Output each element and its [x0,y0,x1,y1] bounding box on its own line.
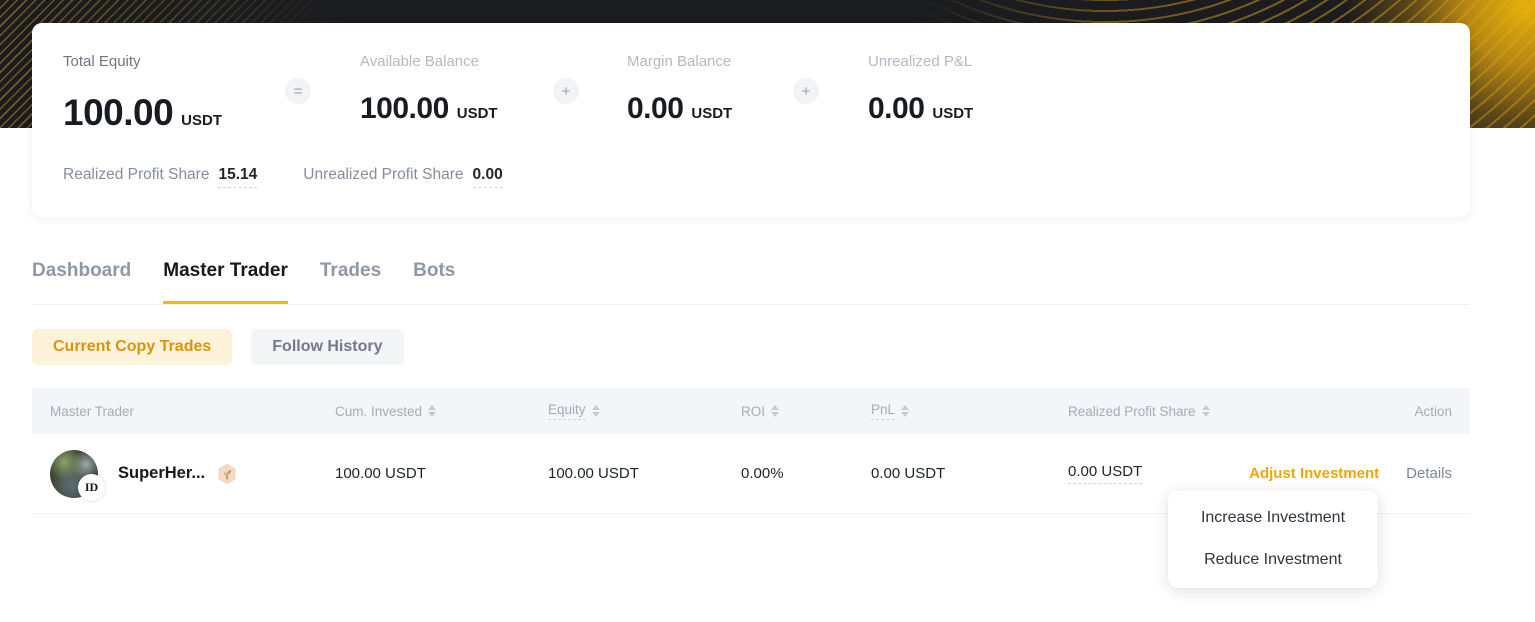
stat-unit: USDT [457,105,498,122]
details-button[interactable]: Details [1406,465,1452,482]
sort-icon[interactable] [1202,405,1210,417]
pill-follow-history[interactable]: Follow History [251,329,403,365]
column-label: PnL [871,402,895,420]
stat-value: 0.00 [627,92,683,126]
col-roi[interactable]: ROI [741,404,871,419]
stat-unrealized-pnl: Unrealized P&L 0.00 USDT [868,53,973,126]
pill-current-copy-trades[interactable]: Current Copy Trades [32,329,232,365]
stat-value: 0.00 [868,92,924,126]
stat-unit: USDT [181,112,222,129]
profit-share-cell-value: 0.00 USDT [1068,463,1142,484]
col-equity[interactable]: Equity [548,402,741,420]
cell-equity: 100.00 USDT [548,465,741,482]
cell-cum-invested: 100.00 USDT [335,465,548,482]
col-cum-invested[interactable]: Cum. Invested [335,404,548,419]
profit-share-label: Realized Profit Share [63,166,209,184]
table-header: Master Trader Cum. Invested Equity ROI P… [32,388,1470,434]
profit-share-value: 0.00 [473,166,503,188]
col-action: Action [1308,404,1452,419]
plus-icon: + [553,78,579,104]
column-label: Action [1414,404,1452,419]
trader-cell: ID SuperHer... [50,450,335,498]
menu-item-reduce-investment[interactable]: Reduce Investment [1168,539,1378,581]
stat-available-balance: Available Balance 100.00 USDT [360,53,498,126]
stat-label: Unrealized P&L [868,53,973,70]
adjust-investment-menu: Increase Investment Reduce Investment [1168,490,1378,588]
action-cell: Adjust Investment Details [1308,465,1452,482]
cell-roi: 0.00% [741,465,871,482]
stat-label: Available Balance [360,53,498,70]
stat-label: Margin Balance [627,53,732,70]
sort-icon[interactable] [592,405,600,417]
trader-name[interactable]: SuperHer... [118,464,205,483]
column-label: Cum. Invested [335,404,422,419]
main-tabs: Dashboard Master Trader Trades Bots [32,258,1470,305]
profit-share-label: Unrealized Profit Share [303,166,463,184]
equals-icon: = [285,78,311,104]
stat-value: 100.00 [360,92,449,126]
sort-icon[interactable] [901,405,909,417]
profit-share-row: Realized Profit Share 15.14 Unrealized P… [63,166,503,188]
sort-icon[interactable] [771,405,779,417]
adjust-investment-button[interactable]: Adjust Investment [1249,465,1379,482]
menu-item-increase-investment[interactable]: Increase Investment [1168,497,1378,539]
profit-share-value: 15.14 [218,166,257,188]
tab-dashboard[interactable]: Dashboard [32,258,131,304]
sprout-badge-icon [216,463,238,485]
col-pnl[interactable]: PnL [871,402,1068,420]
stat-unit: USDT [691,105,732,122]
column-label: ROI [741,404,765,419]
stat-label: Total Equity [63,53,222,70]
sort-icon[interactable] [428,405,436,417]
tab-master-trader[interactable]: Master Trader [163,258,288,304]
account-summary-card: Total Equity 100.00 USDT = Available Bal… [32,23,1470,217]
plus-icon: + [793,78,819,104]
unrealized-profit-share: Unrealized Profit Share 0.00 [303,166,502,188]
filter-pills: Current Copy Trades Follow History [32,329,404,365]
col-realized-profit-share[interactable]: Realized Profit Share [1068,404,1308,419]
column-label: Realized Profit Share [1068,404,1196,419]
col-master-trader: Master Trader [50,404,335,419]
stat-margin-balance: Margin Balance 0.00 USDT [627,53,732,126]
id-badge: ID [78,474,105,501]
stat-value: 100.00 [63,92,173,134]
tab-bots[interactable]: Bots [413,258,455,304]
stat-total-equity: Total Equity 100.00 USDT [63,53,222,134]
realized-profit-share: Realized Profit Share 15.14 [63,166,257,188]
column-label: Master Trader [50,404,134,419]
column-label: Equity [548,402,586,420]
cell-pnl: 0.00 USDT [871,465,1068,482]
tab-trades[interactable]: Trades [320,258,381,304]
stat-unit: USDT [932,105,973,122]
trader-avatar[interactable]: ID [50,450,98,498]
